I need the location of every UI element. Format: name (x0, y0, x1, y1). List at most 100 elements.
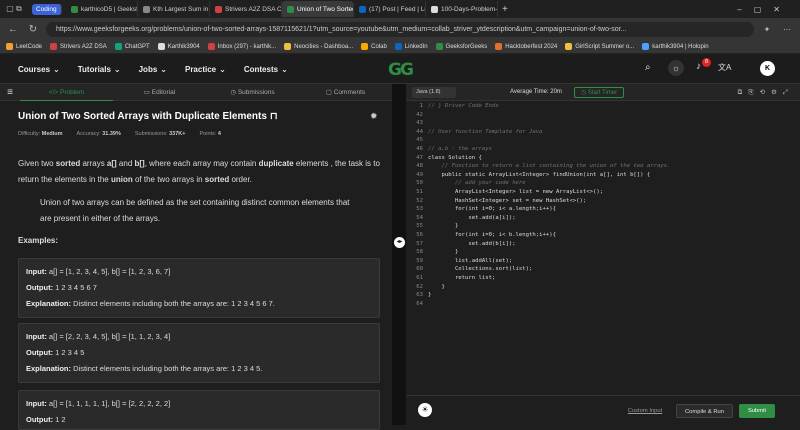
tab-favicon-icon (71, 5, 78, 13)
bookmark-favicon-icon (114, 43, 122, 50)
panel-divider[interactable] (392, 84, 406, 425)
line-number: 56 (416, 232, 423, 238)
resize-handle-icon[interactable]: ◂▸ (394, 237, 405, 248)
line-number: 60 (416, 266, 423, 273)
bookmark-item[interactable]: karthik3904 | Holopin (642, 43, 709, 50)
code-area[interactable]: 1 // } Driver Code Ends 42 43 44 // User func… (406, 101, 800, 391)
bookmark-favicon-icon (50, 43, 58, 50)
refresh-icon[interactable]: ↻ (26, 24, 40, 35)
line-number: 52 (416, 197, 423, 204)
avatar[interactable]: K (760, 61, 775, 76)
compile-run-button[interactable]: Compile & Run (676, 404, 733, 418)
bookmark-item[interactable]: ChatGPT (114, 43, 150, 50)
custom-input-button[interactable]: Custom Input (620, 404, 670, 418)
bookmark-item[interactable]: Karthik3904 (157, 43, 200, 50)
line-number: 45 (416, 137, 423, 144)
code-line: set.add(b[i]); (428, 240, 516, 247)
bookmark-favicon-icon (361, 43, 369, 50)
bookmark-favicon-icon (207, 43, 215, 50)
url-field[interactable]: https://www.geeksforgeeks.org/problems/u… (46, 21, 754, 37)
gfg-logo[interactable]: GG (383, 60, 417, 80)
example-box: Input: a[] = [1, 1, 1, 1, 1], b[] = [2, … (18, 390, 380, 430)
browser-tab[interactable]: (17) Post | Feed | Linke (354, 1, 426, 17)
line-number: 44 (416, 128, 423, 135)
problem-meta: Difficulty: Medium Accuracy: 31.39% Subm… (18, 131, 221, 137)
line-number: 63 (416, 292, 423, 299)
tab-favicon-icon (431, 5, 438, 13)
hamburger-icon[interactable]: ≡ (0, 87, 20, 98)
search-icon[interactable]: ⌕ (645, 62, 651, 73)
line-number: 55 (416, 223, 423, 230)
tab-editorial[interactable]: ▭ Editorial (113, 88, 206, 96)
chevron-down-icon: ⌄ (281, 64, 288, 74)
nav-item-practice[interactable]: Practice ⌄ (185, 65, 226, 74)
translate-icon[interactable]: 文A (718, 62, 731, 73)
bookmark-item[interactable]: Neocities - Dashboa... (284, 43, 353, 50)
start-timer-button[interactable]: ◷ Start Timer (573, 86, 625, 98)
editor-tools-icons[interactable]: ⧉⎘⟲⚙⤢ (738, 88, 800, 97)
line-number: 49 (416, 171, 423, 178)
points-value: 4 (217, 131, 221, 137)
code-line: } (428, 249, 459, 256)
bookmark-favicon-icon (284, 43, 292, 50)
browser-tab-label: Union of Two Sorted A (297, 5, 354, 13)
code-line: ArrayList<Integer> list = new ArrayList<… (428, 189, 604, 195)
nav-item-courses[interactable]: Courses ⌄ (18, 65, 60, 74)
difficulty-value: Medium (41, 131, 63, 137)
bookmark-label: Inbox (297) - karthik... (217, 43, 277, 50)
menu-icon[interactable]: ⋯ (780, 25, 794, 34)
tab-submissions[interactable]: ◷ Submissions (206, 88, 299, 96)
code-line: // User function Template for Java (428, 128, 543, 135)
line-number: 57 (416, 240, 423, 247)
nav-item-contests[interactable]: Contests ⌄ (244, 65, 288, 74)
chevron-down-icon: ⌄ (113, 64, 121, 74)
chevron-down-icon: ⌄ (53, 64, 60, 74)
tab-actions-icon[interactable]: ▢ ⧉ (0, 4, 28, 14)
browser-tab[interactable]: Coding (32, 3, 62, 15)
code-line: // add your code here (428, 180, 526, 187)
bookmark-label: LinkedIn (404, 43, 428, 50)
line-number: 48 (416, 163, 423, 170)
bookmark-item[interactable]: Colab (361, 43, 387, 50)
browser-tab[interactable]: 100-Days-Problem-Solv (426, 1, 498, 17)
theme-toggle-icon[interactable]: ☼ (668, 60, 684, 76)
browser-tab[interactable]: Union of Two Sorted A (282, 1, 354, 17)
notification-bell-icon[interactable]: ♪ (696, 61, 701, 72)
bookmark-item[interactable]: GeeksforGeeks (435, 43, 487, 50)
new-tab-button[interactable]: + (502, 4, 508, 15)
line-number: 51 (416, 189, 423, 195)
language-select[interactable]: Java (1.8) (412, 86, 456, 98)
nav-item-tutorials[interactable]: Tutorials ⌄ (78, 65, 121, 74)
browser-tab-label: Kth Largest Sum in a Bi (153, 5, 209, 13)
browser-tab-label: 100-Days-Problem-Solv (441, 5, 498, 13)
page-title: Union of Two Sorted Arrays with Duplicat… (18, 111, 278, 122)
browser-tab-label: (17) Post | Feed | Linke (369, 5, 426, 13)
hint-bulb-icon[interactable]: ☀ (418, 403, 432, 417)
bookmark-favicon-icon (157, 43, 165, 50)
bookmark-item[interactable]: LeetCode (6, 43, 42, 50)
submit-button[interactable]: Submit (739, 404, 775, 418)
bookmark-favicon-icon (495, 43, 503, 50)
bookmark-item[interactable]: Inbox (297) - karthik... (207, 43, 277, 50)
back-icon[interactable]: ← (6, 24, 20, 35)
bookmark-item[interactable]: Hacktoberfest 2024 (495, 43, 557, 50)
code-line: } (428, 292, 432, 299)
code-line: return list; (428, 275, 496, 281)
window-controls[interactable]: –▢✕ (737, 5, 800, 14)
extensions-icon[interactable]: ✦ (760, 25, 774, 34)
browser-tab[interactable]: Strivers A2Z DSA Cours (210, 1, 282, 17)
bookmark-item[interactable]: GirlScript Summer o... (565, 43, 634, 50)
tab-comments[interactable]: ▢ Comments (299, 88, 392, 96)
bug-report-icon[interactable]: ✹ (370, 111, 378, 122)
line-number: 53 (416, 206, 423, 213)
tab-favicon-icon (215, 5, 222, 13)
bookmark-item[interactable]: LinkedIn (394, 43, 428, 50)
tab-problem[interactable]: </> Problem (20, 84, 113, 101)
bookmark-label: Strivers A2Z DSA (60, 43, 107, 50)
bookmark-item[interactable]: Strivers A2Z DSA (50, 43, 107, 50)
nav-item-jobs[interactable]: Jobs ⌄ (139, 65, 167, 74)
browser-tab[interactable]: Kth Largest Sum in a Bi (138, 1, 210, 17)
bookmark-icon[interactable]: ⊓ (270, 111, 278, 122)
line-number: 42 (416, 111, 423, 118)
browser-tab[interactable]: karthicoD5 | GeeksforGe (66, 1, 138, 17)
